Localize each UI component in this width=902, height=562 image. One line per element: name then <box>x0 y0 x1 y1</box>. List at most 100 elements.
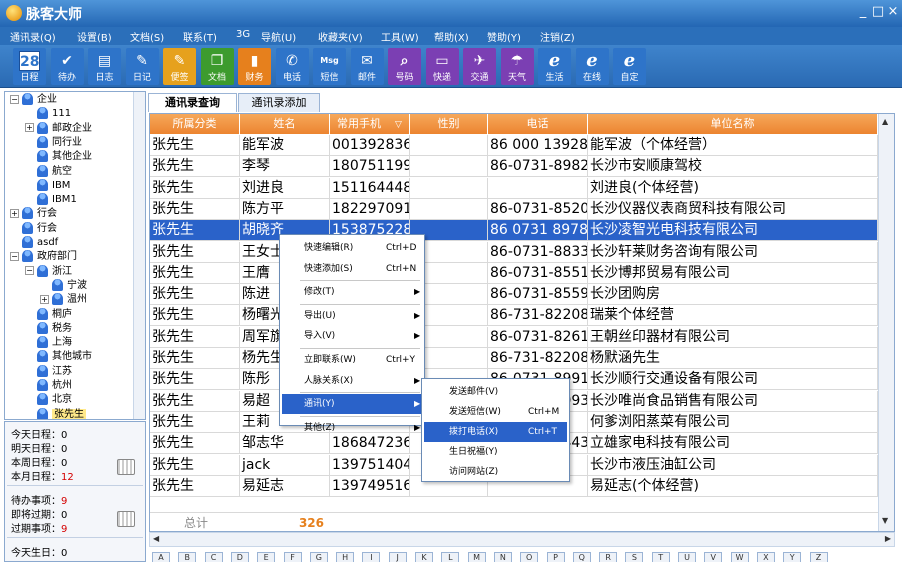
tree-node[interactable]: 其他城市 <box>25 350 92 364</box>
tree-node[interactable]: + 行会 <box>10 207 57 221</box>
tree-node[interactable]: 111 <box>25 107 71 121</box>
scroll-down-icon[interactable]: ▼ <box>882 516 888 525</box>
menu-item[interactable]: 联系(T) <box>183 29 217 44</box>
calendar-icon[interactable] <box>117 459 135 475</box>
tree-node[interactable]: 桐庐 <box>25 307 72 322</box>
alpha-filter-X[interactable]: X <box>756 552 775 562</box>
toolbar-button-13[interactable]: ☂ 天气 <box>500 48 534 85</box>
table-row[interactable]: 张先生 王女士 86-0731-88339 长沙轩莱财务咨询有限公司 <box>150 241 878 263</box>
grid-scrollbar[interactable]: ▲ ▼ <box>878 114 894 531</box>
collapse-icon[interactable]: − <box>25 266 34 276</box>
submenu-item[interactable]: 生日祝福(Y) <box>424 442 567 462</box>
tree-node[interactable]: 江苏 <box>25 364 72 379</box>
tree-node[interactable]: 税务 <box>25 321 72 336</box>
menu-item[interactable]: 文档(S) <box>130 29 164 44</box>
menu-item[interactable]: 设置(B) <box>77 29 112 44</box>
toolbar-button-1[interactable]: ✔ 待办 <box>50 48 84 85</box>
alpha-filter-Q[interactable]: Q <box>572 552 591 562</box>
tab-0[interactable]: 通讯录查询 <box>148 93 237 112</box>
toolbar-button-4[interactable]: ✎ 便签 <box>163 48 196 85</box>
context-menu-item[interactable]: 其他(Z) ▶ <box>282 418 422 438</box>
alpha-filter-F[interactable]: F <box>283 552 302 562</box>
toolbar-button-15[interactable]: e 在线 <box>575 48 609 85</box>
alpha-filter-V[interactable]: V <box>704 552 723 562</box>
toolbar-button-0[interactable]: 28 日程 <box>13 48 46 85</box>
expand-icon[interactable]: + <box>40 294 49 304</box>
minimize-button[interactable]: _ <box>856 4 870 20</box>
column-header[interactable]: 姓名 <box>240 114 330 134</box>
alpha-filter-P[interactable]: P <box>546 552 565 562</box>
context-menu-item[interactable]: 快速添加(S) Ctrl+N <box>282 259 422 279</box>
menu-item[interactable]: 赞助(Y) <box>487 29 521 44</box>
table-row[interactable]: 张先生 能军波 001392836 86 000 139283 能军波（个体经营） <box>150 135 878 156</box>
submenu-item[interactable]: 发送短信(W) Ctrl+M <box>424 402 567 422</box>
column-header[interactable]: 常用手机 ▽ <box>330 114 410 134</box>
alpha-filter-N[interactable]: N <box>493 552 512 562</box>
alpha-filter-R[interactable]: R <box>599 552 618 562</box>
alpha-filter-D[interactable]: D <box>230 552 249 562</box>
table-row[interactable]: 张先生李琴18075119926 86-0731-89829长沙市安顺康驾校 <box>150 156 878 178</box>
tree-node[interactable]: 其他企业 <box>25 150 92 164</box>
menu-item[interactable]: 3G <box>236 29 250 40</box>
expand-icon[interactable]: + <box>10 208 19 218</box>
tree-node[interactable]: 宁波 <box>40 278 87 293</box>
collapse-icon[interactable]: − <box>10 251 19 261</box>
scroll-up-icon[interactable]: ▲ <box>882 117 888 126</box>
alpha-filter-Y[interactable]: Y <box>783 552 802 562</box>
tree-node[interactable]: 航空 <box>25 164 72 179</box>
table-row[interactable]: 张先生 杨曙光 86-731-822084 瑞莱个体经营 <box>150 305 878 327</box>
menu-item[interactable]: 注销(Z) <box>540 29 575 44</box>
table-row[interactable]: 张先生 周军旗 86-0731-82612 王朝丝印器材有限公司 <box>150 326 878 348</box>
toolbar-button-12[interactable]: ✈ 交通 <box>463 48 496 85</box>
context-menu-item[interactable]: 通讯(Y) ▶ <box>282 394 422 415</box>
column-header[interactable]: 单位名称 <box>588 114 878 134</box>
context-menu-item[interactable]: 导出(U) ▶ <box>282 306 422 326</box>
table-row[interactable]: 张先生 陈进 86-0731-85592 长沙团购房 <box>150 284 878 306</box>
toolbar-button-11[interactable]: ▭ 快递 <box>425 48 459 85</box>
tab-1[interactable]: 通讯录添加 <box>238 93 320 112</box>
alpha-filter-T[interactable]: T <box>651 552 670 562</box>
toolbar-button-8[interactable]: Msg 短信 <box>313 48 346 85</box>
tree-node[interactable]: 杭州 <box>25 379 72 393</box>
toolbar-button-10[interactable]: ⌕ 号码 <box>388 48 421 85</box>
alpha-filter-M[interactable]: M <box>467 552 486 562</box>
tree-node[interactable]: − 浙江 <box>25 264 72 279</box>
submenu-item[interactable]: 访问网站(Z) <box>424 462 567 482</box>
tree-node[interactable]: 北京 <box>25 393 72 407</box>
toolbar-button-7[interactable]: ✆ 电话 <box>275 48 309 85</box>
tree-node[interactable]: 上海 <box>25 336 72 350</box>
alpha-filter-C[interactable]: C <box>204 552 223 562</box>
calendar-icon[interactable] <box>117 511 135 527</box>
expand-icon[interactable]: + <box>25 123 34 133</box>
context-menu-item[interactable]: 人脉关系(X) ▶ <box>282 371 422 391</box>
alpha-filter-W[interactable]: W <box>730 552 749 562</box>
maximize-button[interactable]: □ <box>871 4 885 20</box>
tree-node[interactable]: + 邮政企业 <box>25 121 92 136</box>
submenu-item[interactable]: 拨打电话(X) Ctrl+T <box>424 422 567 442</box>
alpha-filter-K[interactable]: K <box>415 552 433 562</box>
menu-item[interactable]: 工具(W) <box>381 29 419 44</box>
sort-icon[interactable]: ▽ <box>395 120 402 130</box>
alpha-filter-O[interactable]: O <box>520 552 539 562</box>
menu-item[interactable]: 导航(U) <box>261 29 296 44</box>
toolbar-button-5[interactable]: ❐ 文档 <box>200 48 234 85</box>
column-header[interactable]: 性别 <box>410 114 488 134</box>
tree-node[interactable]: 同行业 <box>25 135 82 150</box>
alpha-filter-J[interactable]: J <box>388 552 407 562</box>
toolbar-button-6[interactable]: ▮ 财务 <box>238 48 271 85</box>
tree-node[interactable]: IBM <box>25 178 70 193</box>
context-menu-item[interactable]: 导入(V) ▶ <box>282 326 422 346</box>
toolbar-button-14[interactable]: e 生活 <box>538 48 571 85</box>
tree-node[interactable]: IBM1 <box>25 193 77 207</box>
menu-item[interactable]: 收藏夹(V) <box>318 29 363 44</box>
table-row[interactable]: 张先生 王膺 86-0731-85512 长沙博邦贸易有限公司 <box>150 262 878 284</box>
scroll-left-icon[interactable]: ◀ <box>153 534 159 543</box>
context-menu-item[interactable]: 快速编辑(R) Ctrl+D <box>282 238 422 258</box>
table-row[interactable]: 张先生陈方平18229709193 86-0731-85206长沙仪器仪表商贸科技… <box>150 198 878 220</box>
table-row[interactable]: 张先生胡晓齐1538752289986 0731 89781长沙凌智光电科技有限… <box>150 220 878 242</box>
alpha-filter-A[interactable]: A <box>152 552 170 562</box>
tree-node[interactable]: − 企业 <box>10 93 57 107</box>
alpha-filter-H[interactable]: H <box>336 552 355 562</box>
alpha-filter-B[interactable]: B <box>178 552 197 562</box>
alpha-filter-L[interactable]: L <box>441 552 460 562</box>
